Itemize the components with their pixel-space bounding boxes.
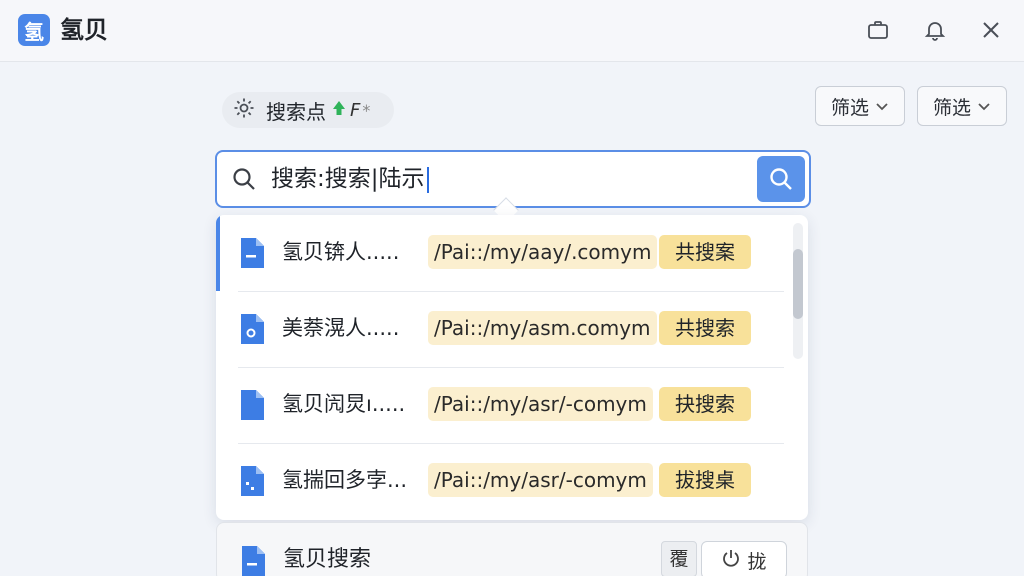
result-row[interactable]: 氢贝锛人..... /Pai::/my/aay/.comym 共搜案: [216, 215, 786, 291]
arrow-up-icon: [332, 100, 346, 120]
close-icon[interactable]: [977, 16, 1005, 44]
search-input[interactable]: 搜索:搜索|陆示: [215, 150, 811, 208]
chip-label: 搜索点: [266, 99, 326, 124]
footer-panel: 氢贝搜索 覆 拢: [216, 522, 808, 576]
result-tag[interactable]: 拔搜桌: [659, 463, 751, 497]
result-path: /Pai::/my/asr/-comym: [428, 387, 653, 421]
document-icon: [238, 237, 266, 273]
filter-button-2[interactable]: 筛选: [917, 86, 1007, 126]
scrollbar-thumb[interactable]: [793, 249, 803, 319]
document-icon: [238, 389, 266, 425]
result-title: 美萘滉人.....: [282, 316, 400, 340]
result-title: 氢揣回多孛...: [282, 468, 408, 492]
app-logo-icon: 氢: [18, 14, 50, 46]
search-query: 搜索:搜索|陆示: [271, 164, 429, 194]
filter-label: 筛选: [830, 96, 869, 119]
power-button[interactable]: 拢: [701, 541, 787, 576]
title-bar: 氢 氢贝: [0, 0, 1024, 62]
chevron-down-icon: [875, 95, 889, 117]
result-tag[interactable]: 抉搜索: [659, 387, 751, 421]
result-tag[interactable]: 共搜案: [659, 235, 751, 269]
result-title: 氢贝闶炅ı.....: [282, 392, 406, 416]
result-title: 氢贝锛人.....: [282, 240, 400, 264]
filter-label: 筛选: [932, 96, 971, 119]
filter-button-1[interactable]: 筛选: [815, 86, 905, 126]
result-path: /Pai::/my/aay/.comym: [428, 235, 658, 269]
chevron-down-icon: [977, 95, 991, 117]
search-icon: [231, 166, 257, 196]
results-dropdown: 氢贝锛人..... /Pai::/my/aay/.comym 共搜案 美萘滉人.…: [216, 215, 808, 520]
result-tag[interactable]: 共搜索: [659, 311, 751, 345]
bell-icon[interactable]: [921, 16, 949, 44]
power-button-label: 拢: [747, 550, 767, 573]
text-caret: [426, 166, 429, 193]
search-points-chip[interactable]: 搜索点 F *: [222, 92, 394, 128]
power-icon: [721, 548, 741, 573]
document-icon: [239, 545, 267, 576]
chip-star: *: [362, 100, 371, 120]
chip-suffix: F: [350, 99, 361, 121]
document-icon: [238, 465, 266, 501]
briefcase-icon[interactable]: [864, 16, 892, 44]
search-icon: [770, 168, 792, 190]
footer-title: 氢贝搜索: [283, 547, 372, 572]
result-row[interactable]: 美萘滉人..... /Pai::/my/asm.comym 共搜索: [216, 291, 786, 367]
result-row[interactable]: 氢贝闶炅ı..... /Pai::/my/asr/-comym 抉搜索: [216, 367, 786, 443]
result-row[interactable]: 氢揣回多孛... /Pai::/my/asr/-comym 拔搜桌: [216, 443, 786, 519]
result-path: /Pai::/my/asm.comym: [428, 311, 657, 345]
result-path: /Pai::/my/asr/-comym: [428, 463, 653, 497]
footer-mini-button[interactable]: 覆: [661, 541, 697, 576]
gear-icon: [232, 96, 256, 124]
search-button[interactable]: [757, 156, 805, 202]
document-icon: [238, 313, 266, 349]
app-title: 氢贝: [60, 16, 108, 44]
